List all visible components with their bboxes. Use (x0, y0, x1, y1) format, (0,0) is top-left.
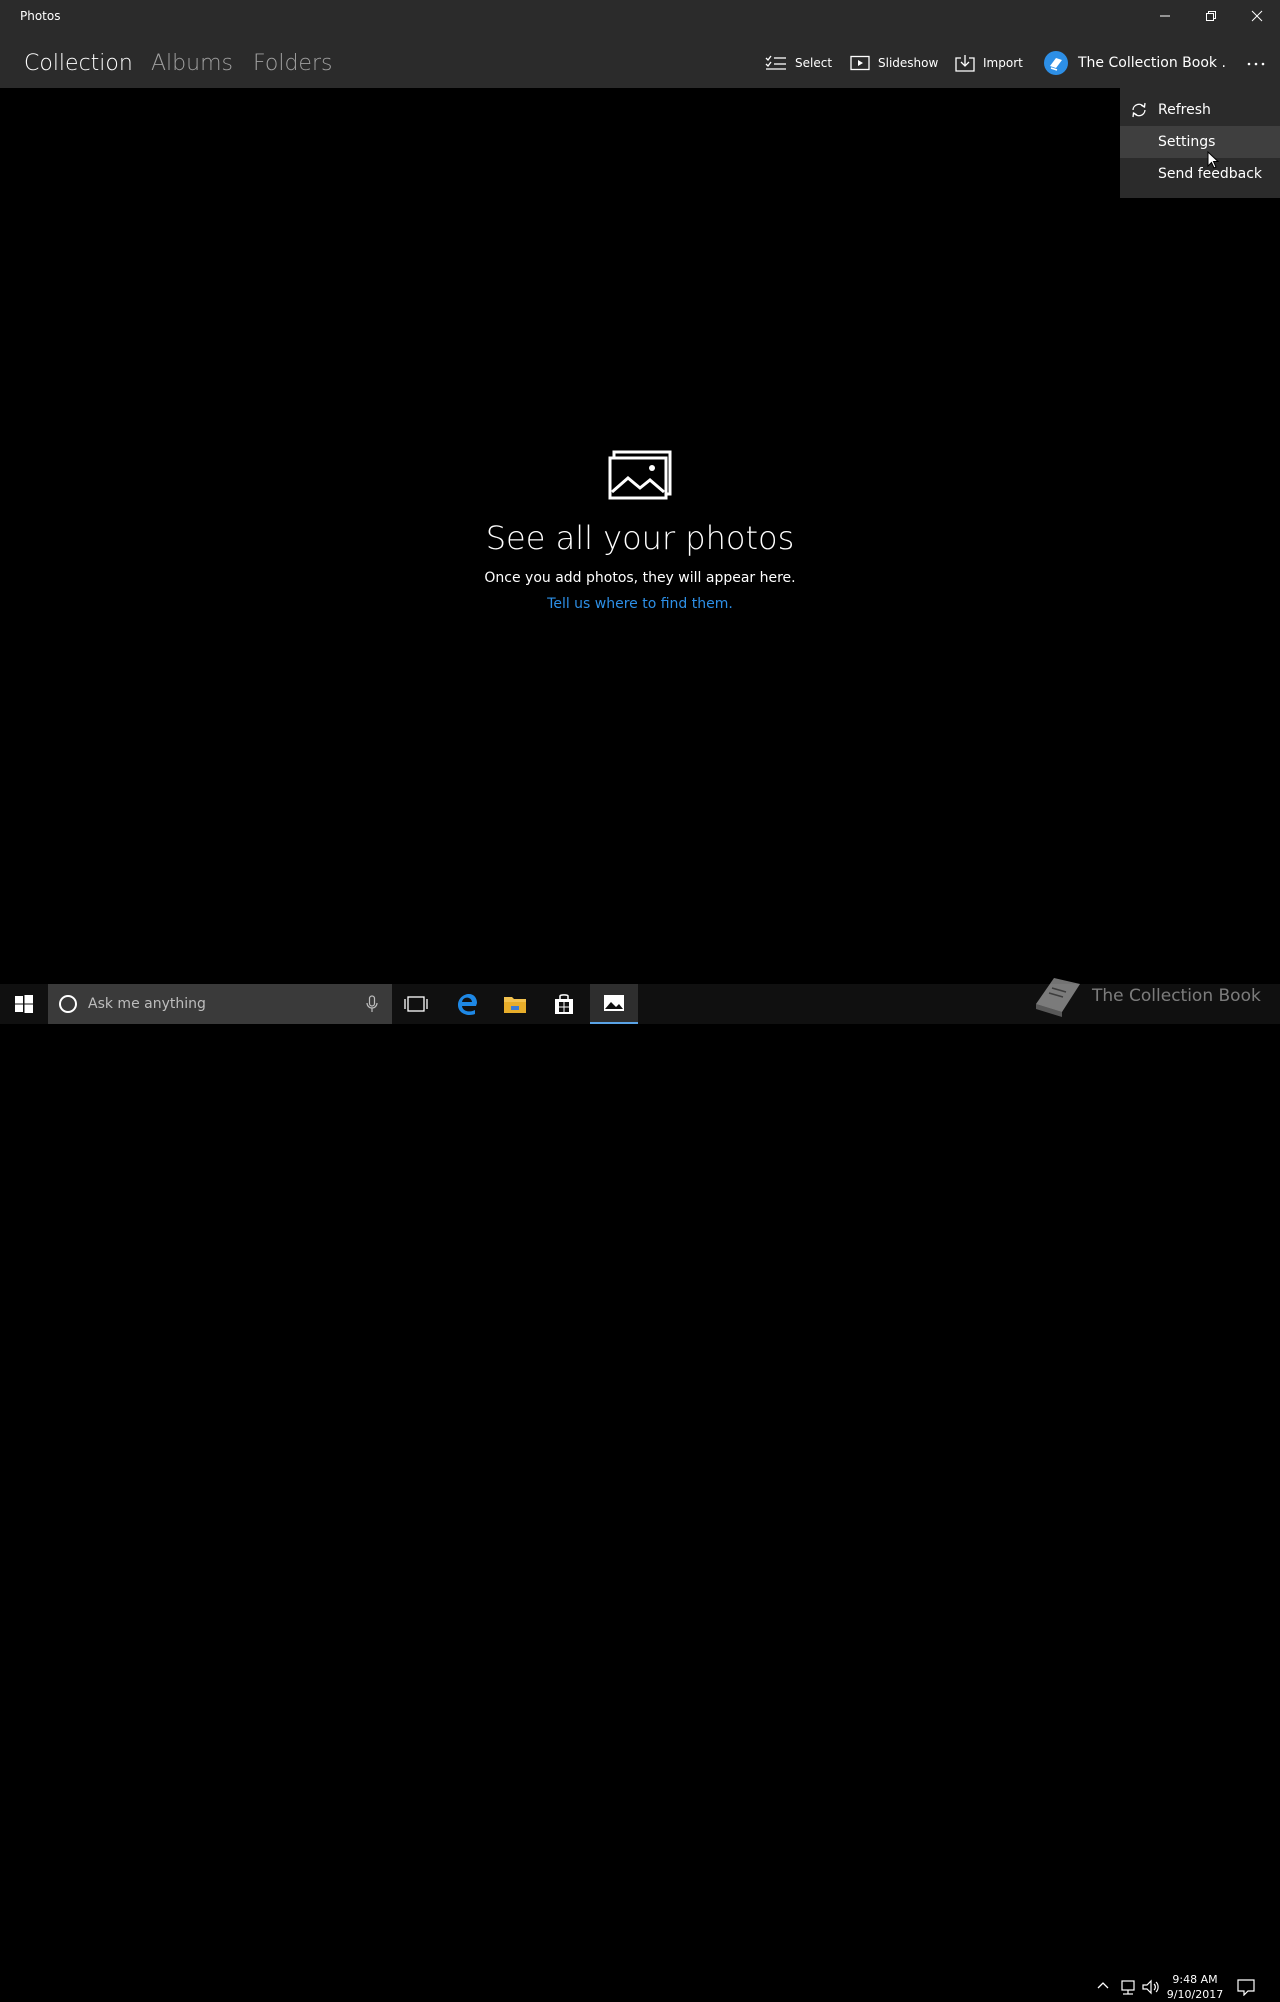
find-photos-link[interactable]: Tell us where to find them. (340, 594, 940, 614)
taskbar-clock[interactable]: 9:48 AM 9/10/2017 (1160, 1972, 1230, 2002)
search-placeholder: Ask me anything (88, 996, 206, 1012)
store-bag-icon (555, 994, 573, 1014)
account-name: The Collection Book . (1078, 55, 1226, 71)
restore-icon (1206, 11, 1216, 21)
microphone-icon[interactable] (366, 995, 378, 1013)
import-icon (955, 55, 975, 72)
photos-app-icon (604, 995, 624, 1011)
refresh-icon (1132, 102, 1146, 118)
mouse-cursor-icon (1207, 151, 1219, 169)
restore-button[interactable] (1188, 0, 1234, 32)
account-button[interactable]: The Collection Book . (1044, 48, 1226, 78)
cortana-icon (59, 995, 77, 1013)
tab-collection[interactable]: Collection (24, 51, 133, 77)
slideshow-label: Slideshow (878, 56, 939, 70)
empty-state-subtitle: Once you add photos, they will appear he… (484, 570, 796, 586)
start-button[interactable] (0, 984, 48, 1024)
menu-item-label: Settings (1158, 134, 1216, 150)
task-view-button[interactable] (392, 984, 440, 1024)
more-options-menu: Refresh Settings Send feedback (1120, 88, 1280, 198)
windows-logo-icon (15, 995, 33, 1013)
empty-state: See all your photos Once you add photos,… (340, 450, 940, 614)
slideshow-button[interactable]: Slideshow (850, 49, 938, 77)
menu-item-send-feedback[interactable]: Send feedback (1120, 158, 1280, 190)
account-avatar-icon (1044, 51, 1068, 75)
select-list-icon (765, 55, 786, 70)
select-button[interactable]: Select (765, 49, 832, 77)
cortana-search-box[interactable]: Ask me anything (48, 984, 392, 1024)
clock-time: 9:48 AM (1172, 1973, 1218, 1986)
book-logo-icon (1036, 978, 1080, 1017)
minimize-button[interactable] (1142, 0, 1188, 32)
network-icon[interactable] (1118, 1979, 1136, 1995)
menu-item-settings[interactable]: Settings (1120, 126, 1280, 158)
show-hidden-icons-chevron-icon[interactable] (1096, 1979, 1110, 1993)
close-button[interactable] (1234, 0, 1280, 32)
close-icon (1251, 10, 1263, 22)
folder-icon (504, 997, 526, 1013)
store-button[interactable] (540, 984, 588, 1024)
menu-item-refresh[interactable]: Refresh (1120, 94, 1280, 126)
photos-placeholder-icon (608, 450, 672, 500)
clock-date: 9/10/2017 (1166, 1988, 1224, 2001)
app-header: Collection Albums Folders Select Slidesh… (0, 32, 1280, 88)
app-title: Photos (20, 9, 61, 23)
photos-taskbar-button[interactable] (590, 984, 638, 1024)
task-view-icon (404, 996, 428, 1012)
edge-icon (458, 994, 477, 1015)
minimize-icon (1160, 15, 1170, 17)
import-label: Import (983, 56, 1023, 70)
volume-icon[interactable] (1142, 1979, 1160, 1995)
select-label: Select (795, 56, 833, 70)
more-icon (1247, 62, 1265, 66)
tab-albums[interactable]: Albums (151, 51, 233, 77)
watermark-text: The Collection Book (1092, 986, 1261, 1006)
import-button[interactable]: Import (955, 49, 1023, 77)
menu-item-label: Refresh (1158, 102, 1211, 118)
action-center-icon[interactable] (1236, 1978, 1256, 1996)
title-bar: Photos (0, 0, 1280, 32)
watermark: The Collection Book (1032, 974, 1261, 1018)
edge-browser-button[interactable] (443, 984, 491, 1024)
tab-folders[interactable]: Folders (253, 51, 332, 77)
file-explorer-button[interactable] (491, 984, 539, 1024)
slideshow-icon (850, 55, 870, 71)
empty-state-title: See all your photos (485, 519, 795, 557)
more-options-button[interactable] (1242, 52, 1270, 76)
